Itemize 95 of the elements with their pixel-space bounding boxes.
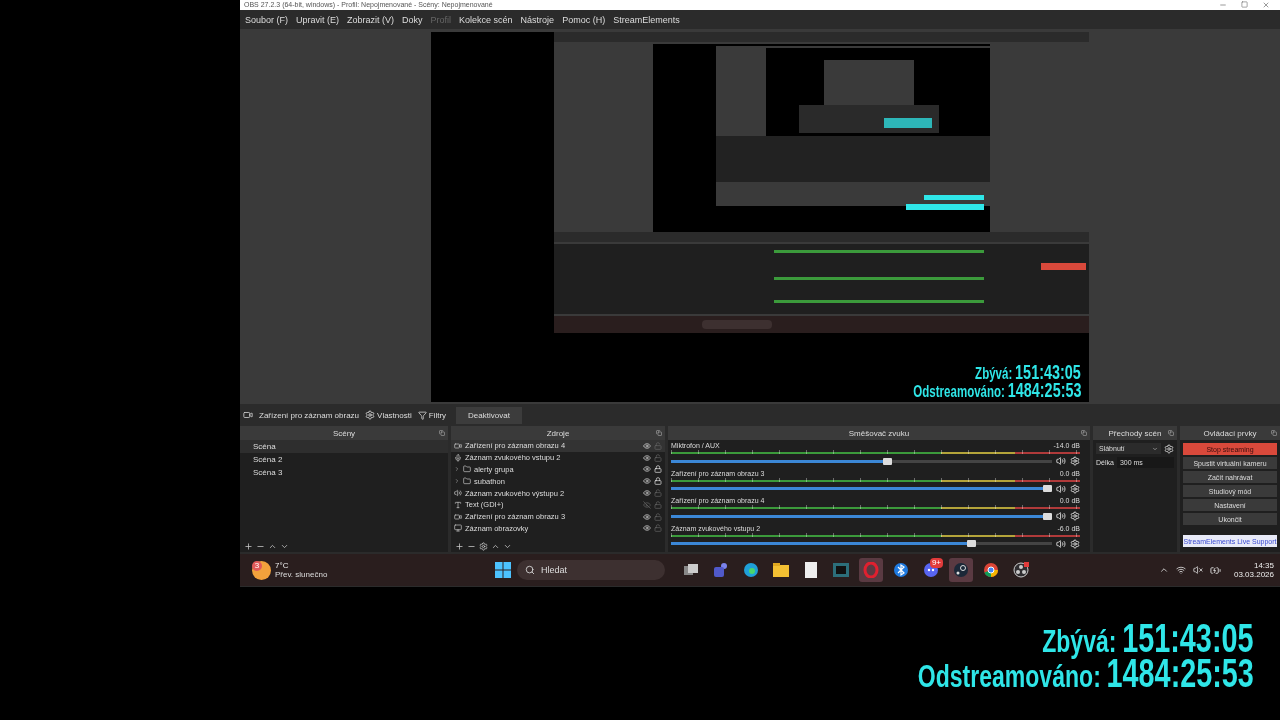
- scene-item[interactable]: Scéna: [240, 440, 448, 453]
- monitor-icon: [454, 524, 462, 533]
- menu-item[interactable]: Doky: [399, 12, 426, 27]
- menu-item[interactable]: Upravit (E): [293, 12, 343, 27]
- search-field[interactable]: Hledat: [517, 560, 665, 580]
- source-name: Zařízení pro záznam obrazu: [259, 410, 360, 420]
- people-icon: [713, 562, 729, 578]
- eye-icon[interactable]: [643, 524, 651, 533]
- dock-title: Směšovač zvuku: [848, 428, 910, 438]
- eye-icon[interactable]: [643, 441, 651, 450]
- speaker-icon[interactable]: [1056, 483, 1066, 494]
- timer-label: Odstreamováno:: [917, 660, 1101, 693]
- timer-value: 1484:25:53: [1007, 379, 1081, 400]
- microphone-icon: [454, 453, 462, 462]
- eye-icon[interactable]: [643, 489, 651, 498]
- undock-icon[interactable]: [1168, 430, 1174, 436]
- eye-icon[interactable]: [643, 453, 651, 462]
- filter-icon: [417, 410, 427, 420]
- task-view-icon: [684, 564, 698, 576]
- eye-icon[interactable]: [643, 512, 651, 521]
- volume-slider[interactable]: [671, 459, 1052, 463]
- eye-icon[interactable]: [643, 477, 651, 486]
- menu-item[interactable]: Soubor (F): [242, 12, 291, 27]
- menu-item[interactable]: Pomoc (H): [559, 12, 609, 27]
- speaker-icon[interactable]: [1056, 456, 1066, 466]
- slider-handle[interactable]: [882, 457, 892, 465]
- clock-time: 14:35: [1253, 561, 1274, 570]
- close-icon[interactable]: [1262, 1, 1270, 9]
- undock-icon[interactable]: [1081, 430, 1087, 436]
- camera-icon: [454, 512, 462, 521]
- taskbar-app-button[interactable]: [949, 558, 973, 582]
- speaker-icon[interactable]: [1056, 538, 1066, 549]
- folder-icon: [773, 563, 789, 577]
- slider-handle[interactable]: [1043, 485, 1052, 492]
- timer-label: Zbývá:: [975, 365, 1013, 382]
- speaker-icon: [454, 489, 462, 498]
- windows-logo-icon[interactable]: [495, 562, 511, 578]
- timer-label: Odstreamováno:: [912, 383, 1005, 400]
- notification-badge: 9+: [929, 558, 943, 568]
- timer-value: 151:43:05: [1015, 361, 1081, 382]
- settings-icon[interactable]: [479, 541, 488, 551]
- battery-icon[interactable]: [1209, 564, 1221, 576]
- weather-badge: 3: [252, 560, 262, 571]
- dock-title: Přechody scén: [1108, 428, 1162, 438]
- volume-slider[interactable]: [671, 487, 1052, 490]
- volume-slider[interactable]: [671, 542, 1052, 545]
- browser-icon: [983, 562, 999, 578]
- browser-icon: [743, 562, 759, 578]
- undock-icon[interactable]: [656, 430, 662, 436]
- taskbar-app-button[interactable]: 9+: [919, 558, 943, 582]
- wifi-icon[interactable]: [1175, 565, 1186, 575]
- temperature: 7°C: [275, 561, 290, 570]
- settings-icon[interactable]: [1164, 443, 1174, 454]
- add-icon[interactable]: [244, 541, 253, 551]
- slider-handle[interactable]: [966, 540, 976, 547]
- scene-item[interactable]: Scéna 3: [240, 466, 448, 479]
- record-app-icon: [1013, 562, 1029, 578]
- round-app-icon: [893, 562, 909, 578]
- monitor-icon: [833, 563, 849, 577]
- dock-title: Ovládací prvky: [1203, 428, 1257, 438]
- chevron-up-icon[interactable]: [1158, 565, 1169, 575]
- menu-item[interactable]: StreamElements: [610, 12, 683, 27]
- folder-icon: [463, 477, 471, 486]
- weather-condition: Přev. slunečno: [275, 570, 328, 579]
- camera-icon: [454, 441, 462, 450]
- eye-icon[interactable]: [643, 465, 651, 474]
- speaker-icon[interactable]: [1056, 511, 1066, 521]
- menu-item[interactable]: Nástroje: [517, 12, 558, 27]
- dock-title: Zdroje: [546, 428, 570, 438]
- menu-item[interactable]: Kolekce scén: [456, 12, 516, 27]
- text-icon: [454, 500, 462, 509]
- document-icon: [805, 562, 817, 578]
- dock-title: Scény: [332, 428, 356, 438]
- clock-date: 03.03.2026: [1233, 570, 1274, 579]
- ring-icon: [863, 562, 879, 578]
- mute-icon[interactable]: [1192, 565, 1203, 575]
- camera-icon: [243, 410, 253, 420]
- lock-icon[interactable]: [654, 477, 662, 486]
- volume-slider[interactable]: [671, 514, 1052, 518]
- folder-icon: [463, 465, 471, 474]
- filters-button[interactable]: Filtry: [417, 410, 447, 420]
- weather-icon[interactable]: 3: [252, 560, 271, 580]
- lock-icon[interactable]: [654, 465, 662, 474]
- search-icon: [525, 565, 535, 575]
- undock-icon[interactable]: [439, 430, 445, 436]
- menu-item[interactable]: Zobrazit (V): [344, 12, 398, 27]
- gear-icon: [365, 410, 376, 420]
- scene-item[interactable]: Scéna 2: [240, 453, 448, 466]
- deactivate-button[interactable]: Deaktivovat: [456, 406, 522, 424]
- properties-button[interactable]: Vlastnosti: [365, 410, 412, 420]
- undock-icon[interactable]: [1271, 430, 1277, 436]
- add-icon[interactable]: [455, 541, 464, 551]
- slider-handle[interactable]: [1043, 512, 1052, 520]
- game-app-icon: [953, 562, 969, 578]
- caret-icon: [1152, 445, 1158, 452]
